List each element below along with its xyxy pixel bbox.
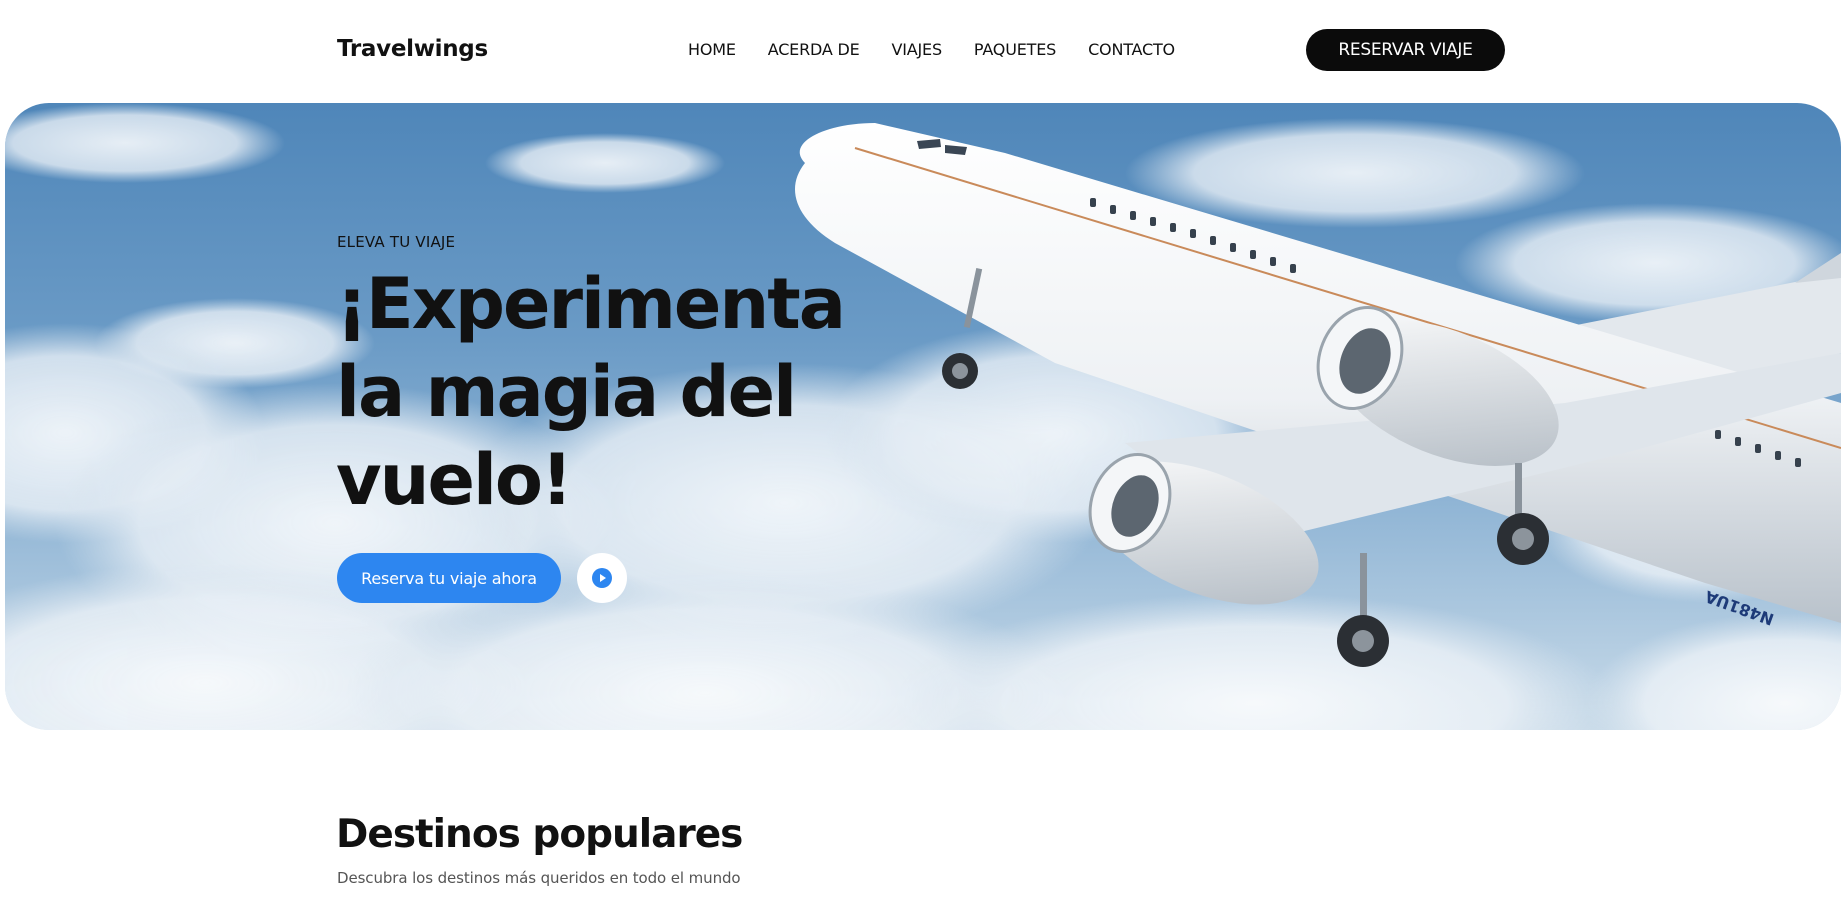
hero-eyebrow: ELEVA TU VIAJE — [337, 233, 456, 251]
brand-logo[interactable]: Travelwings — [337, 36, 488, 62]
nav-link-trips[interactable]: VIAJES — [892, 40, 943, 59]
main-nav: HOME ACERDA DE VIAJES PAQUETES CONTACTO — [688, 40, 1207, 59]
navbar: Travelwings HOME ACERDA DE VIAJES PAQUET… — [0, 0, 1846, 100]
book-trip-button[interactable]: RESERVAR VIAJE — [1306, 29, 1505, 71]
hero-banner: N481UA ELEVA TU VIAJE ¡Experimenta la ma… — [5, 103, 1841, 730]
play-circle-icon — [592, 568, 612, 588]
popular-destinations-subtitle: Descubra los destinos más queridos en to… — [337, 869, 741, 887]
nav-link-packages[interactable]: PAQUETES — [974, 40, 1056, 59]
popular-destinations-title: Destinos populares — [336, 812, 743, 857]
play-video-button[interactable] — [577, 553, 627, 603]
hero-background-image: N481UA — [5, 103, 1841, 730]
hero-headline: ¡Experimenta la magia del vuelo! — [336, 263, 846, 521]
nav-link-contact[interactable]: CONTACTO — [1088, 40, 1175, 59]
nav-link-home[interactable]: HOME — [688, 40, 736, 59]
nav-link-about[interactable]: ACERDA DE — [768, 40, 860, 59]
book-now-button[interactable]: Reserva tu viaje ahora — [337, 553, 561, 603]
